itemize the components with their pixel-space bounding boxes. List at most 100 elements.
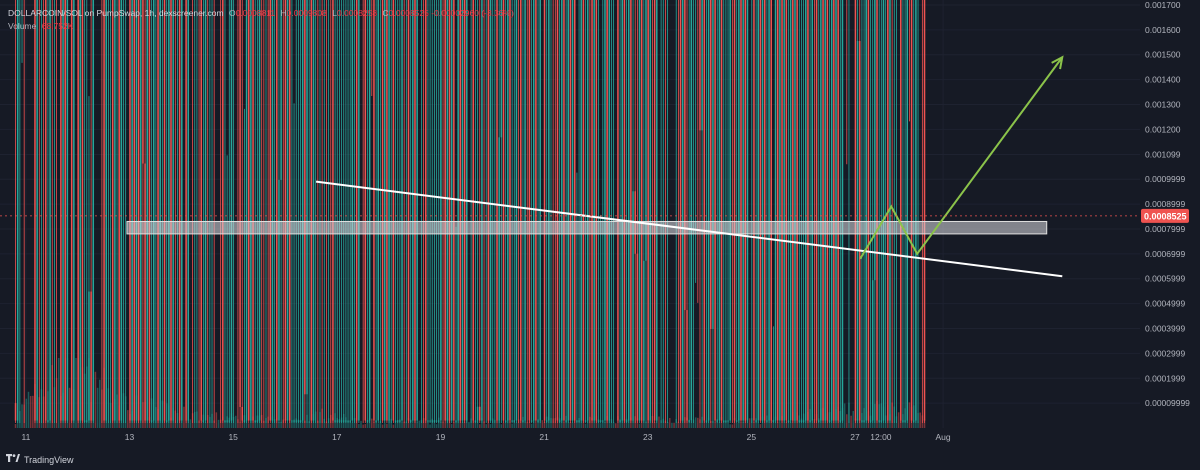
- volume-bar: [461, 421, 464, 428]
- volume-bar: [658, 416, 660, 428]
- candle-body: [805, 0, 807, 421]
- volume-bar: [265, 417, 267, 428]
- legend-change-value: -0.00002960 (-3.36%): [431, 8, 514, 18]
- volume-bar: [636, 418, 639, 428]
- volume-bar: [718, 421, 721, 428]
- candle-body: [276, 0, 278, 421]
- volume-bar: [625, 418, 628, 428]
- candle-body: [146, 0, 149, 421]
- volume-bar: [811, 412, 814, 428]
- candle-body: [569, 0, 572, 421]
- volume-bar: [520, 420, 522, 428]
- candle-body: [92, 0, 95, 421]
- volume-bar: [843, 403, 846, 428]
- volume-bar: [21, 404, 23, 428]
- volume-bar: [435, 424, 438, 428]
- volume-bar: [746, 420, 749, 428]
- candle-body: [450, 0, 453, 421]
- candle-body: [304, 0, 306, 395]
- candle-body: [507, 0, 509, 421]
- candle-body: [509, 0, 511, 421]
- volume-bar: [137, 409, 140, 428]
- volume-bar: [323, 418, 326, 428]
- volume-bar: [664, 420, 667, 428]
- candle-body: [310, 0, 313, 421]
- volume-bar: [470, 418, 472, 428]
- candle-body: [608, 0, 611, 421]
- volume-bar: [647, 421, 649, 428]
- tradingview-footer[interactable]: TradingView: [6, 454, 74, 465]
- candle-body: [131, 0, 133, 421]
- time-tick-label: 13: [125, 432, 135, 442]
- candle-body: [120, 0, 123, 421]
- volume-bar: [150, 398, 153, 428]
- time-tick-label: 17: [332, 432, 342, 442]
- volume-bar: [368, 417, 371, 428]
- tradingview-brand: TradingView: [24, 454, 74, 465]
- volume-bar: [720, 417, 723, 428]
- volume-bar: [122, 393, 125, 428]
- volume-bar: [114, 399, 116, 428]
- volume-bar: [383, 423, 386, 428]
- candle-body: [854, 0, 857, 421]
- volume-bar: [597, 419, 600, 428]
- volume-bar: [373, 421, 375, 428]
- volume-bar: [815, 413, 818, 428]
- candle-body: [16, 0, 19, 421]
- resistance-zone[interactable]: [126, 220, 1048, 235]
- volume-bar: [371, 418, 373, 428]
- price-tick-label: 0.001300: [1145, 100, 1181, 110]
- candle-body: [649, 0, 652, 421]
- volume-bar: [714, 422, 716, 428]
- volume-bar: [627, 416, 630, 428]
- volume-bar: [571, 422, 574, 428]
- tradingview-logo-icon: [6, 454, 20, 465]
- volume-bar: [643, 419, 645, 428]
- candle-body: [563, 0, 565, 421]
- volume-bar: [254, 420, 256, 428]
- volume-bar: [712, 421, 714, 428]
- candle-body: [567, 0, 570, 421]
- volume-bar: [427, 422, 429, 428]
- volume-bar: [897, 412, 900, 428]
- volume-bar: [476, 420, 479, 428]
- candle-body: [286, 0, 289, 421]
- time-tick-label: 21: [539, 432, 549, 442]
- candle-body: [593, 0, 595, 421]
- candle-body: [561, 0, 563, 421]
- volume-bar: [578, 417, 580, 428]
- candle-body: [573, 0, 576, 421]
- volume-bar: [25, 398, 28, 428]
- price-chart[interactable]: 0.00009999 0.0001999 0.0002999 0.0003999 0.0…: [0, 0, 1200, 470]
- volume-bar: [563, 422, 565, 428]
- candle-body: [386, 0, 388, 421]
- volume-bar: [768, 419, 770, 428]
- volume-bar: [604, 421, 606, 428]
- time-tick-label: 27: [850, 432, 860, 442]
- volume-bar: [735, 423, 738, 428]
- volume-bar: [524, 420, 526, 428]
- volume-bar: [787, 420, 790, 428]
- time-tick-label: 11: [21, 432, 30, 442]
- candle-body: [582, 0, 585, 421]
- volume-bar: [360, 420, 362, 428]
- volume-bar: [617, 416, 619, 428]
- candle-body: [157, 0, 159, 421]
- candle-body: [684, 0, 686, 311]
- candle-body: [686, 310, 688, 421]
- candle-body: [520, 0, 522, 421]
- volume-bar: [399, 419, 401, 428]
- volume-bar: [630, 417, 632, 428]
- candle-body: [725, 420, 727, 422]
- candle-body: [753, 0, 755, 421]
- legend-volume-label: Volume: [8, 21, 37, 31]
- chart-container[interactable]: 0.00009999 0.0001999 0.0002999 0.0003999 0.0…: [0, 0, 1200, 470]
- candle-body: [103, 0, 105, 421]
- price-tick-label: 0.0007999: [1145, 224, 1185, 234]
- volume-bar: [640, 417, 643, 428]
- volume-bar: [487, 420, 490, 428]
- candle-body: [178, 0, 181, 421]
- volume-bar: [181, 409, 183, 428]
- volume-bar: [178, 416, 181, 428]
- candle-body: [77, 0, 79, 421]
